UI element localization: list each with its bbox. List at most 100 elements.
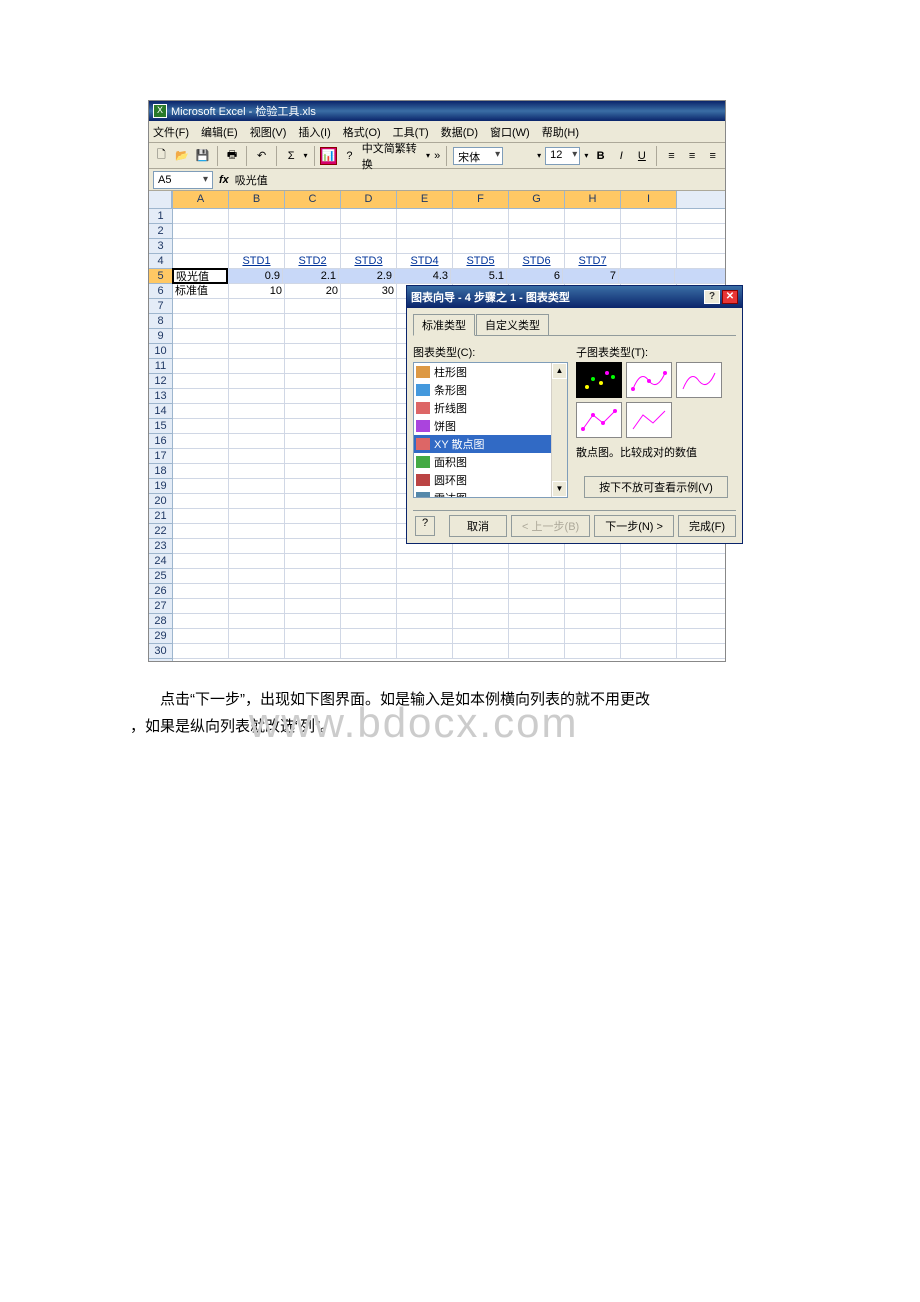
chart-type-item[interactable]: 条形图 [414,381,567,399]
row-header[interactable]: 27 [149,599,172,614]
cell[interactable] [397,554,453,568]
row-header[interactable]: 14 [149,404,172,419]
cell[interactable] [397,584,453,598]
cell[interactable] [229,644,285,658]
cell[interactable] [285,314,341,328]
cell[interactable]: 2.9 [339,269,395,283]
new-doc-icon[interactable]: 🗋 [153,147,170,165]
cell[interactable] [621,599,677,613]
row-header[interactable]: 18 [149,464,172,479]
cell[interactable] [173,224,229,238]
cell[interactable] [285,209,341,223]
cell[interactable] [173,389,229,403]
cell[interactable] [229,299,285,313]
cell[interactable] [621,254,677,268]
menu-view[interactable]: 视图(V) [250,124,287,140]
chart-type-item[interactable]: 饼图 [414,417,567,435]
cell[interactable] [285,554,341,568]
cell[interactable] [229,359,285,373]
row-header[interactable]: 24 [149,554,172,569]
menu-window[interactable]: 窗口(W) [490,124,530,140]
row-header[interactable]: 17 [149,449,172,464]
cell[interactable] [509,599,565,613]
menu-help[interactable]: 帮助(H) [542,124,579,140]
scroll-up-icon[interactable]: ▲ [552,363,567,379]
cell[interactable] [341,644,397,658]
cell[interactable] [173,374,229,388]
row-header[interactable]: 7 [149,299,172,314]
cell[interactable] [453,584,509,598]
row-header[interactable]: 15 [149,419,172,434]
cell[interactable] [341,239,397,253]
cell[interactable] [341,629,397,643]
cell[interactable] [285,389,341,403]
cell[interactable] [285,509,341,523]
subtype-line-markers-icon[interactable] [576,402,622,438]
cell[interactable] [173,599,229,613]
cell[interactable] [397,209,453,223]
cell[interactable] [229,344,285,358]
cell[interactable] [453,554,509,568]
scroll-down-icon[interactable]: ▼ [552,481,567,497]
cell[interactable] [453,644,509,658]
row-header[interactable]: 25 [149,569,172,584]
cell[interactable] [285,224,341,238]
chart-type-item[interactable]: 圆环图 [414,471,567,489]
cell[interactable] [453,209,509,223]
cell[interactable] [621,224,677,238]
row-header[interactable]: 12 [149,374,172,389]
cell[interactable]: STD6 [509,254,565,268]
cell[interactable] [285,449,341,463]
cell[interactable] [397,614,453,628]
cell[interactable] [285,539,341,553]
row-header[interactable]: 8 [149,314,172,329]
cell[interactable]: STD1 [229,254,285,268]
col-header[interactable]: I [621,191,677,208]
select-all-corner[interactable] [149,191,172,209]
cell[interactable] [341,614,397,628]
cell[interactable] [621,239,677,253]
col-header[interactable]: A [173,191,229,208]
cell[interactable]: 标准值 [173,284,229,298]
cell[interactable] [229,464,285,478]
cell[interactable] [229,224,285,238]
row-header[interactable]: 11 [149,359,172,374]
cell[interactable]: 4.3 [395,269,451,283]
cell[interactable] [509,224,565,238]
cell[interactable] [173,644,229,658]
help-button[interactable]: ? [704,290,720,304]
cell[interactable] [453,599,509,613]
cell[interactable] [621,614,677,628]
cell[interactable] [229,389,285,403]
save-icon[interactable]: 💾 [194,147,211,165]
dropdown-icon[interactable]: ▾ [304,151,308,160]
col-header[interactable]: E [397,191,453,208]
listbox-scrollbar[interactable]: ▲ ▼ [551,363,567,497]
cell[interactable] [341,509,397,523]
cell[interactable] [341,329,397,343]
cell[interactable] [341,374,397,388]
cell[interactable] [173,239,229,253]
cell[interactable] [565,614,621,628]
cell[interactable] [229,239,285,253]
cell[interactable] [621,209,677,223]
cell[interactable]: 0.9 [227,269,283,283]
subtype-line-icon[interactable] [626,402,672,438]
subtype-smooth-line-icon[interactable] [676,362,722,398]
cell[interactable] [565,569,621,583]
menu-insert[interactable]: 插入(I) [298,124,330,140]
cell[interactable] [285,614,341,628]
cell[interactable]: STD7 [565,254,621,268]
cell[interactable] [565,209,621,223]
cell[interactable]: 5.1 [451,269,507,283]
cell[interactable] [453,224,509,238]
chart-wizard-icon[interactable]: 📊 [320,147,337,165]
menu-tools[interactable]: 工具(T) [393,124,429,140]
cell[interactable] [341,299,397,313]
underline-icon[interactable]: U [634,147,651,165]
cell[interactable] [565,224,621,238]
cell[interactable] [621,584,677,598]
cell[interactable] [285,434,341,448]
cell[interactable] [621,644,677,658]
cell[interactable] [285,494,341,508]
